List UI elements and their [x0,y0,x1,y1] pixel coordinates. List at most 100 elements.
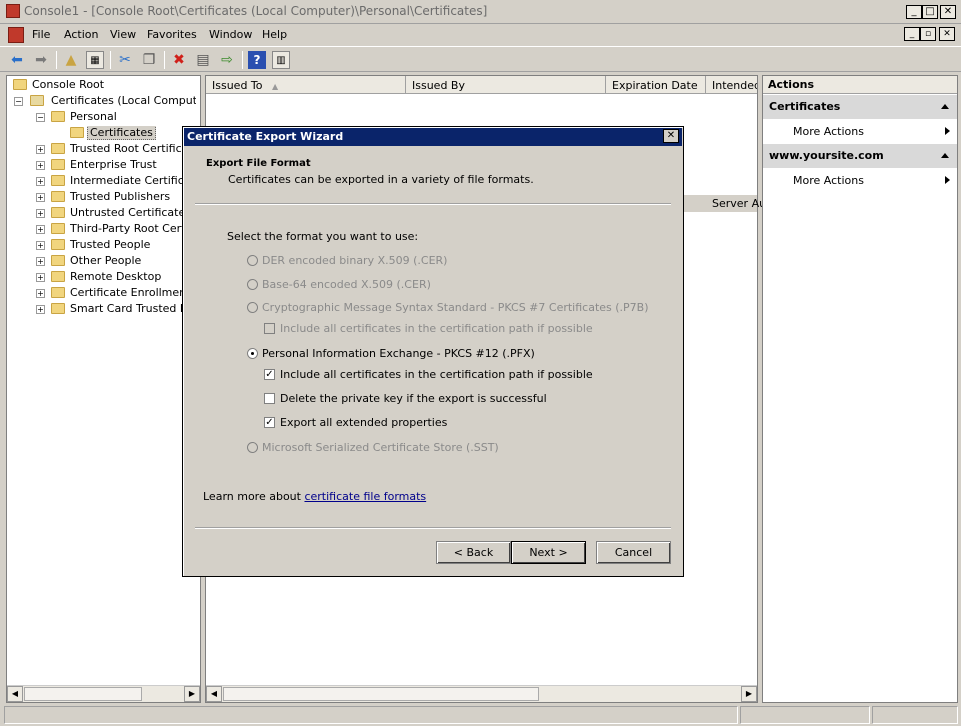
tree-item-console-root[interactable]: Console Root [13,78,196,94]
scroll-left-icon[interactable]: ◀ [206,686,222,702]
actions-section-certificates[interactable]: Certificates [763,95,957,119]
more-actions-certificates[interactable]: More Actions [793,125,864,138]
minimize-button[interactable]: _ [906,5,922,19]
expand-icon[interactable]: + [36,241,45,250]
delete-icon[interactable]: ✖ [170,51,188,69]
menu-window[interactable]: Window [209,28,252,41]
dialog-close-button[interactable]: ✕ [663,129,679,143]
folder-icon [51,159,65,170]
back-arrow-icon[interactable]: ⬅ [8,51,26,69]
expand-icon[interactable]: + [36,177,45,186]
radio-der[interactable] [247,255,258,266]
more-actions-yoursite[interactable]: More Actions [793,174,864,187]
mdi-close-button[interactable]: ✕ [939,27,955,41]
scroll-thumb[interactable] [223,687,539,701]
tree-item-other-people[interactable]: + Other People [13,254,196,270]
back-button[interactable]: < Back [436,541,511,564]
certificate-formats-link[interactable]: certificate file formats [304,490,426,503]
tree-item-third-party-root[interactable]: + Third-Party Root Certification Authori… [13,222,196,238]
collapse-section-icon[interactable] [941,153,949,158]
tree-item-enrollment-requests[interactable]: + Certificate Enrollment Requests [13,286,196,302]
checkbox-pfx-export-ext[interactable]: ✓ [264,417,275,428]
column-issued-by[interactable]: Issued By [406,76,606,94]
checkbox-pfx-include[interactable]: ✓ [264,369,275,380]
tree-item-remote-desktop[interactable]: + Remote Desktop [13,270,196,286]
expand-icon[interactable]: + [36,161,45,170]
collapse-icon[interactable]: − [36,113,45,122]
tree-item-smart-card-roots[interactable]: + Smart Card Trusted Roots [13,302,196,318]
divider [195,527,671,529]
menu-view[interactable]: View [110,28,136,41]
maximize-button[interactable]: □ [922,5,938,19]
cancel-button[interactable]: Cancel [596,541,671,564]
copy-icon[interactable]: ❐ [140,51,158,69]
help-icon[interactable]: ? [248,51,266,69]
console-tree[interactable]: Console Root − Certificates (Local Compu… [6,75,201,703]
menu-file[interactable]: File [32,28,50,41]
tree-item-personal[interactable]: − Personal [13,110,196,126]
actions-section-yoursite[interactable]: www.yoursite.com [763,144,957,168]
wizard-subheading: Certificates can be exported in a variet… [228,173,534,186]
submenu-arrow-icon [945,176,950,184]
menu-bar: File Action View Favorites Window Help _… [0,24,961,46]
mmc-app-icon [6,4,20,18]
list-horizontal-scrollbar[interactable]: ◀ ▶ [206,685,757,702]
folder-icon [51,207,65,218]
radio-pfx[interactable] [247,348,258,359]
properties-icon[interactable]: ▤ [194,51,212,69]
radio-selected-dot [251,352,254,355]
tree-item-personal-certificates[interactable]: Certificates [13,126,196,142]
expand-icon[interactable]: + [36,209,45,218]
menu-favorites[interactable]: Favorites [147,28,197,41]
export-list-icon[interactable]: ⇨ [218,51,236,69]
mdi-minimize-button[interactable]: _ [904,27,920,41]
radio-base64[interactable] [247,279,258,290]
tree-item-trusted-people[interactable]: + Trusted People [13,238,196,254]
tree-horizontal-scrollbar[interactable]: ◀ ▶ [7,685,200,702]
expand-icon[interactable]: + [36,145,45,154]
expand-icon[interactable]: + [36,273,45,282]
status-cell-secondary [740,706,870,724]
tree-item-trusted-publishers[interactable]: + Trusted Publishers [13,190,196,206]
expand-icon[interactable]: + [36,289,45,298]
menu-help[interactable]: Help [262,28,287,41]
scroll-right-icon[interactable]: ▶ [741,686,757,702]
tree-item-enterprise-trust[interactable]: + Enterprise Trust [13,158,196,174]
cut-icon[interactable]: ✂ [116,51,134,69]
up-folder-icon[interactable]: ▲ [62,51,80,69]
console-menu-icon[interactable] [8,27,24,43]
tree-item-certificates-local[interactable]: − Certificates (Local Computer) [13,94,196,110]
folder-icon [13,79,27,90]
scroll-thumb[interactable] [24,687,142,701]
scroll-left-icon[interactable]: ◀ [7,686,23,702]
status-cell-main [4,706,738,724]
column-issued-to[interactable]: Issued To ▲ [206,76,406,94]
expand-icon[interactable]: + [36,257,45,266]
collapse-section-icon[interactable] [941,104,949,109]
folder-icon [70,127,84,138]
format-prompt: Select the format you want to use: [227,230,419,243]
column-intended-purposes[interactable]: Intended Purposes [706,76,757,94]
radio-pkcs7[interactable] [247,302,258,313]
close-window-button[interactable]: ✕ [940,5,956,19]
checkbox-pkcs7-include[interactable] [264,323,275,334]
folder-icon [51,255,65,266]
mdi-restore-button[interactable]: ▫ [920,27,936,41]
column-expiration-date[interactable]: Expiration Date [606,76,706,94]
tree-item-untrusted[interactable]: + Untrusted Certificates [13,206,196,222]
expand-icon[interactable]: + [36,225,45,234]
checkbox-pfx-delete[interactable] [264,393,275,404]
collapse-icon[interactable]: − [14,97,23,106]
divider [195,203,671,205]
show-hide-action-pane-icon[interactable]: ▥ [272,51,290,69]
tree-item-trusted-root[interactable]: + Trusted Root Certification Authorities [13,142,196,158]
next-button[interactable]: Next > [511,541,586,564]
tree-item-intermediate[interactable]: + Intermediate Certification Authorities [13,174,196,190]
expand-icon[interactable]: + [36,193,45,202]
show-hide-tree-icon[interactable]: ▦ [86,51,104,69]
scroll-right-icon[interactable]: ▶ [184,686,200,702]
expand-icon[interactable]: + [36,305,45,314]
menu-action[interactable]: Action [64,28,98,41]
forward-arrow-icon[interactable]: ➡ [32,51,50,69]
radio-sst[interactable] [247,442,258,453]
